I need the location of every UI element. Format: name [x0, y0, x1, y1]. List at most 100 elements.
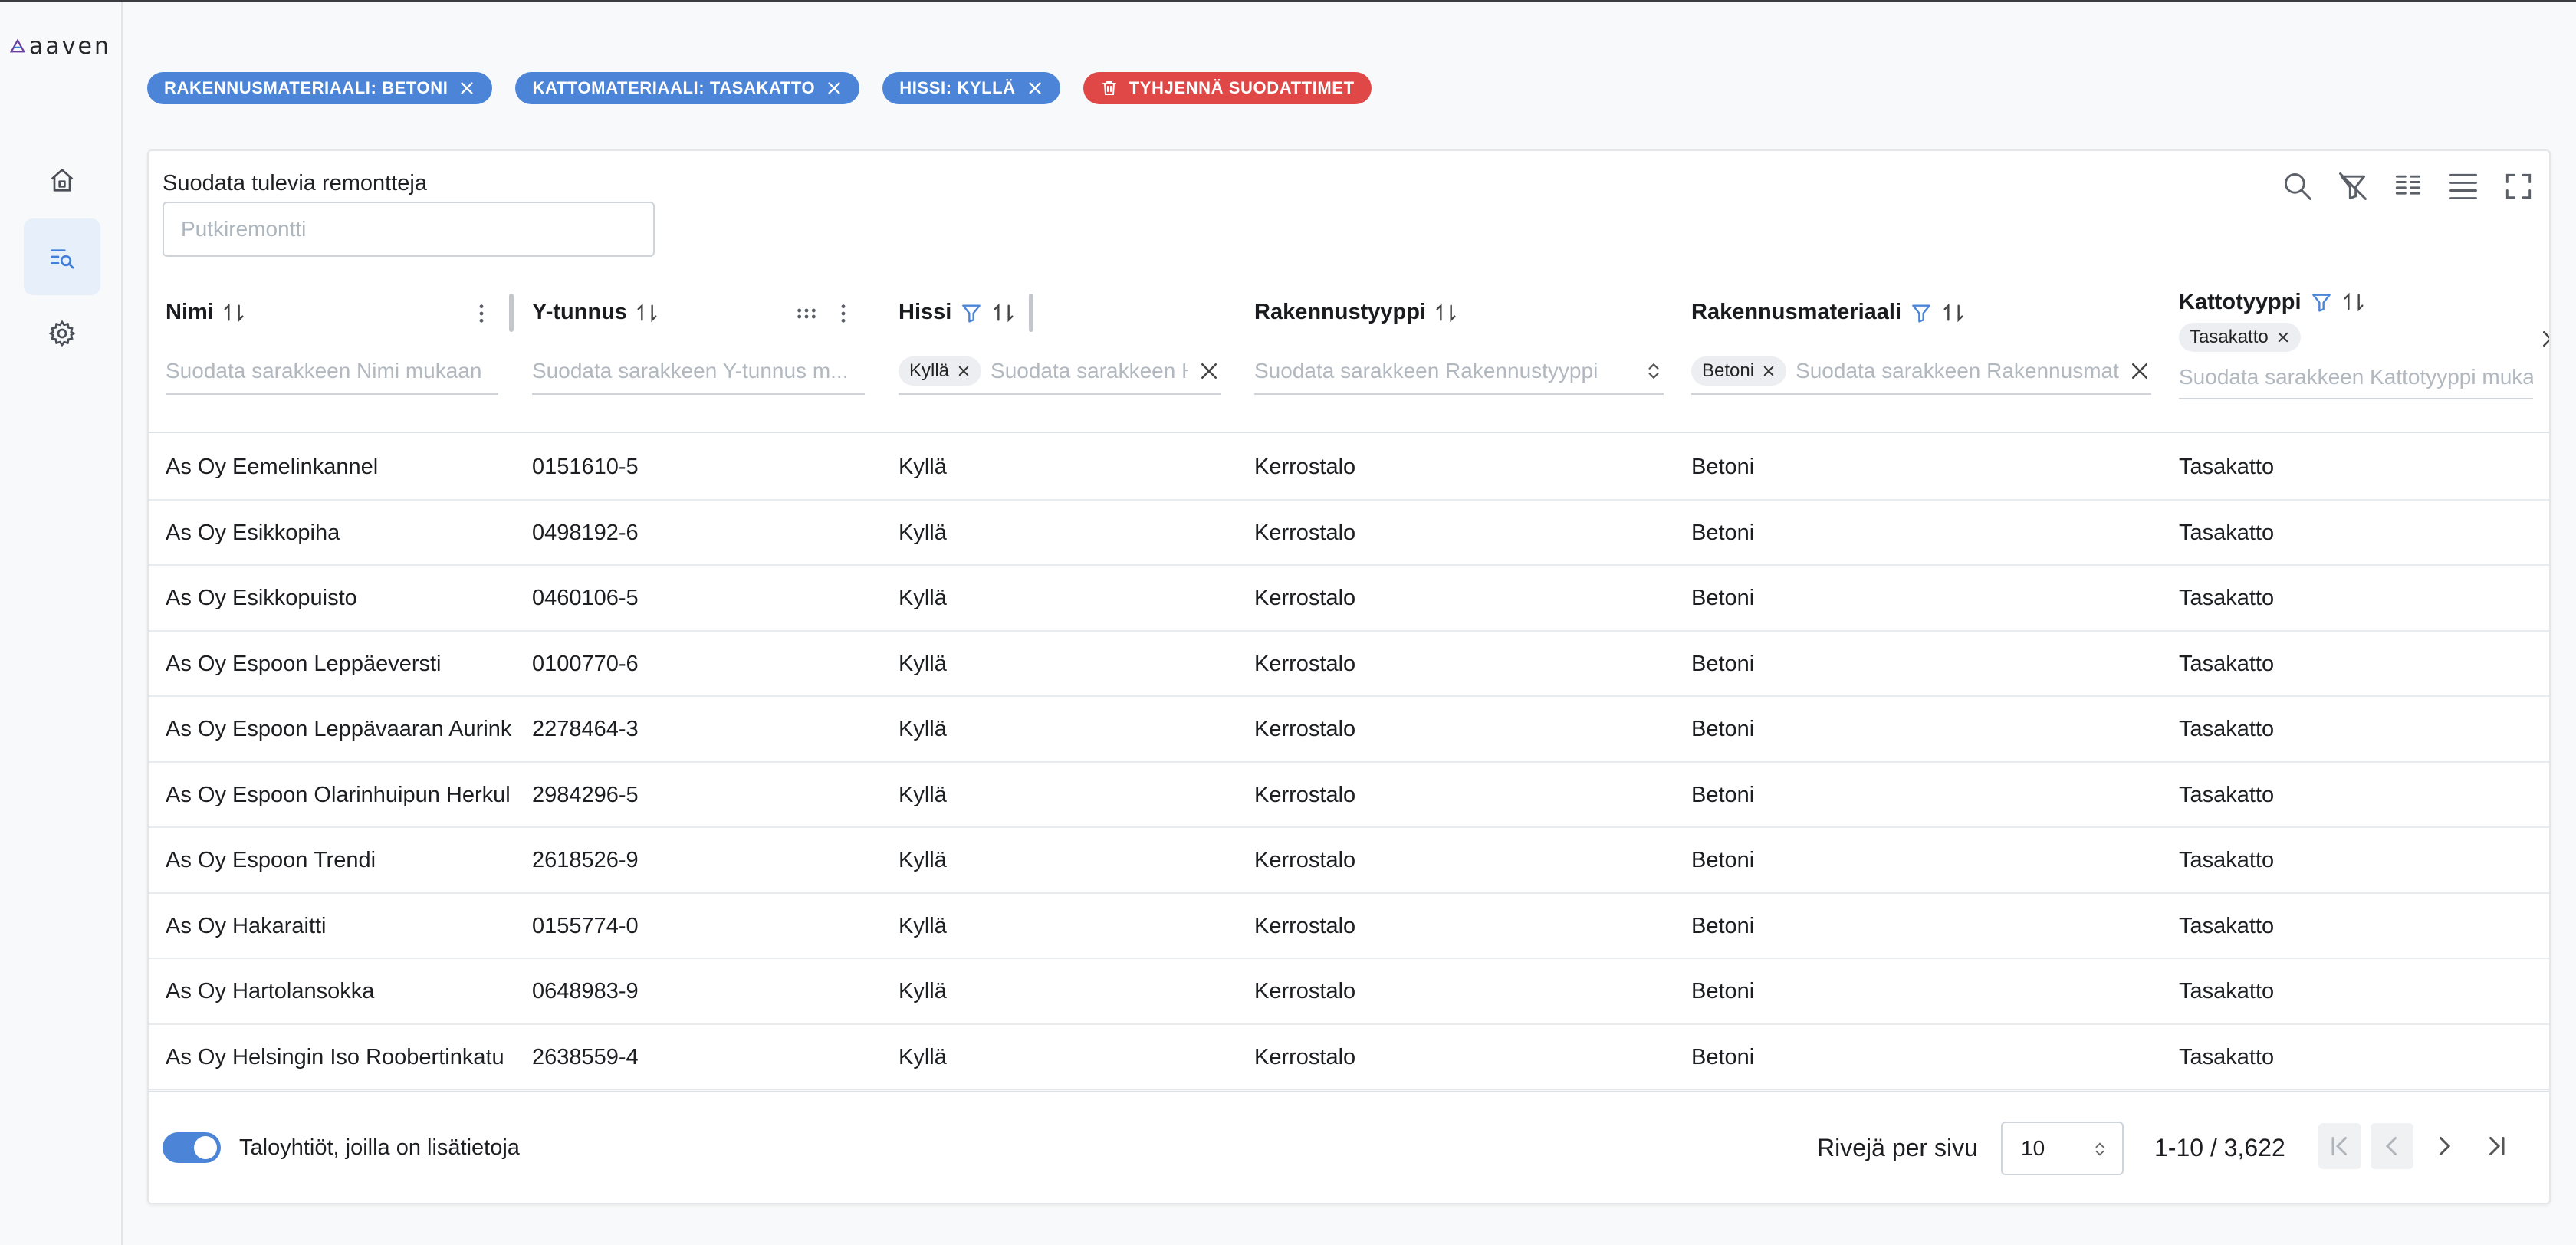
rows-per-page-value: 10	[2021, 1136, 2045, 1160]
table-row[interactable]: As Oy Hakaraitti 0155774-0 Kyllä Kerrostalo…	[149, 894, 2549, 959]
column-title[interactable]: Y-tunnus	[532, 300, 659, 325]
clear-filter-icon[interactable]	[2539, 327, 2551, 350]
column-title[interactable]: Hissi	[899, 300, 1016, 325]
filter-chip-rakennusmateriaali[interactable]: RAKENNUSMATERIAALI: BETONI	[147, 72, 493, 104]
table-row[interactable]: As Oy Espoon Leppävaaran Aurink 2278464-3…	[149, 697, 2549, 763]
close-icon[interactable]	[1027, 80, 1043, 97]
table-row[interactable]: As Oy Eemelinkannel 0151610-5 Kyllä Kerrost…	[149, 435, 2549, 501]
clear-filter-icon[interactable]	[1198, 360, 1221, 383]
last-page-button[interactable]	[2475, 1123, 2518, 1169]
extra-info-toggle[interactable]	[163, 1132, 221, 1163]
density-button[interactable]	[2445, 168, 2482, 205]
filter-chip-label: RAKENNUSMATERIAALI: BETONI	[164, 78, 449, 97]
table-cell-kattotyyppi: Tasakatto	[2179, 913, 2275, 938]
table-cell-hissi: Kyllä	[899, 455, 947, 479]
column-filter-placeholder: Suodata sarakkeen Nimi mukaan	[166, 359, 482, 383]
table-row[interactable]: As Oy Esikkopuisto 0460106-5 Kyllä Kerrosta…	[149, 566, 2549, 632]
nav-search-list[interactable]	[24, 218, 100, 295]
column-filter-rakennusmateriaali[interactable]: Betoni Suodata sarakkeen Rakennusmateria…	[1691, 349, 2151, 395]
table-cell-hissi: Kyllä	[899, 586, 947, 610]
sort-icon[interactable]	[635, 301, 659, 325]
select-chevron-icon[interactable]	[1644, 361, 1664, 381]
app-logo[interactable]: aaven	[9, 31, 111, 61]
column-filter-chip[interactable]: Tasakatto	[2179, 323, 2301, 352]
table-cell-rakennusmateriaali: Betoni	[1691, 520, 1755, 545]
rows-per-page-select[interactable]: 10	[2001, 1122, 2124, 1175]
sort-icon[interactable]	[222, 301, 246, 325]
table-cell-ytunnus: 0100770-6	[532, 651, 639, 676]
table-row[interactable]: As Oy Espoon Trendi 2618526-9 Kyllä Kerrost…	[149, 828, 2549, 894]
column-visibility-button[interactable]	[2390, 168, 2426, 205]
table-row[interactable]: As Oy Esikkopiha 0498192-6 Kyllä Kerrostalo…	[149, 501, 2549, 566]
filter-off-icon	[2339, 172, 2367, 200]
close-icon[interactable]	[458, 80, 475, 97]
column-title[interactable]: Rakennustyyppi	[1254, 300, 1458, 325]
sort-icon[interactable]	[1941, 301, 1966, 325]
table-cell-rakennustyyppi: Kerrostalo	[1254, 913, 1356, 938]
table-cell-kattotyyppi: Tasakatto	[2179, 979, 2275, 1004]
table-row[interactable]: As Oy Espoon Olarinhuipun Herkul 2984296-…	[149, 763, 2549, 828]
table-cell-rakennustyyppi: Kerrostalo	[1254, 455, 1356, 479]
table-cell-nimi: As Oy Espoon Leppäeversti	[166, 651, 442, 676]
clear-filters-button[interactable]: TYHJENNÄ SUODATTIMET	[1083, 72, 1372, 104]
table-cell-hissi: Kyllä	[899, 651, 947, 676]
table-row[interactable]: As Oy Hartolansokka 0648983-9 Kyllä Kerrost…	[149, 959, 2549, 1025]
column-header-hissi: Hissi Kyllä Suodata sarakkeen Hissi muka…	[882, 280, 1237, 433]
table-cell-hissi: Kyllä	[899, 717, 947, 741]
column-filter-hissi[interactable]: Kyllä Suodata sarakkeen Hissi mukaan	[899, 349, 1221, 395]
table-cell-ytunnus: 0498192-6	[532, 520, 639, 545]
nav-home[interactable]	[24, 142, 100, 218]
column-filter-chip[interactable]: Betoni	[1691, 356, 1787, 386]
table-cell-kattotyyppi: Tasakatto	[2179, 651, 2275, 676]
clear-column-filters-button[interactable]	[2334, 168, 2371, 205]
table-cell-kattotyyppi: Tasakatto	[2179, 520, 2275, 545]
column-title[interactable]: Kattotyyppi	[2179, 280, 2366, 324]
table-cell-rakennusmateriaali: Betoni	[1691, 586, 1755, 610]
table-cell-ytunnus: 0648983-9	[532, 979, 639, 1004]
column-title[interactable]: Rakennusmateriaali	[1691, 300, 1966, 325]
prev-page-button[interactable]	[2371, 1123, 2413, 1169]
table-cell-rakennusmateriaali: Betoni	[1691, 848, 1755, 872]
sort-icon[interactable]	[2341, 290, 2366, 314]
table-cell-rakennusmateriaali: Betoni	[1691, 651, 1755, 676]
column-filter-rakennustyyppi[interactable]: Suodata sarakkeen Rakennustyyppi	[1254, 349, 1664, 395]
close-icon[interactable]	[2276, 330, 2290, 344]
column-filter-nimi[interactable]: Suodata sarakkeen Nimi mukaan	[166, 349, 498, 395]
table-cell-rakennusmateriaali: Betoni	[1691, 717, 1755, 741]
next-page-button[interactable]	[2423, 1123, 2466, 1169]
filter-chip-kattomateriaali[interactable]: KATTOMATERIAALI: TASAKATTO	[515, 72, 860, 104]
sort-icon[interactable]	[991, 301, 1016, 325]
close-icon[interactable]	[1762, 364, 1776, 378]
table-row[interactable]: As Oy Helsingin Iso Roobertinkatu 2638559…	[149, 1025, 2549, 1090]
table-cell-rakennustyyppi: Kerrostalo	[1254, 651, 1356, 676]
table-cell-kattotyyppi: Tasakatto	[2179, 782, 2275, 807]
close-icon[interactable]	[826, 80, 843, 97]
sort-icon[interactable]	[1434, 301, 1458, 325]
column-menu-icon[interactable]	[831, 301, 856, 326]
filter-chip-label: KATTOMATERIAALI: TASAKATTO	[532, 78, 816, 97]
column-resize-handle[interactable]	[509, 294, 514, 332]
clear-filters-label: TYHJENNÄ SUODATTIMET	[1129, 78, 1355, 97]
filter-chip-hissi[interactable]: HISSI: KYLLÄ	[882, 72, 1060, 104]
column-filter-kattotyyppi[interactable]: Suodata sarakkeen Kattotyyppi mukaan	[2179, 356, 2533, 399]
fullscreen-button[interactable]	[2500, 168, 2537, 205]
drag-handle-icon[interactable]	[794, 301, 819, 326]
table-row[interactable]: As Oy Espoon Leppäeversti 0100770-6 Kyllä K…	[149, 632, 2549, 697]
nav-settings[interactable]	[24, 295, 100, 372]
column-filter-chip[interactable]: Kyllä	[899, 356, 982, 386]
first-page-button[interactable]	[2318, 1123, 2361, 1169]
table-cell-rakennusmateriaali: Betoni	[1691, 979, 1755, 1004]
column-filter-ytunnus[interactable]: Suodata sarakkeen Y-tunnus m...	[532, 349, 865, 395]
table-cell-rakennustyyppi: Kerrostalo	[1254, 717, 1356, 741]
column-title[interactable]: Nimi	[166, 300, 246, 325]
global-filter-input[interactable]	[163, 202, 655, 257]
column-filter-placeholder: Suodata sarakkeen Hissi mukaan	[991, 359, 1188, 383]
columns-icon	[2395, 175, 2421, 195]
column-title-text: Rakennustyyppi	[1254, 300, 1426, 324]
close-icon[interactable]	[957, 364, 971, 378]
column-title-text: Nimi	[166, 300, 214, 324]
fullscreen-icon	[2505, 173, 2532, 199]
clear-filter-icon[interactable]	[2128, 360, 2151, 383]
column-menu-icon[interactable]	[469, 301, 494, 326]
search-button[interactable]	[2279, 168, 2316, 205]
